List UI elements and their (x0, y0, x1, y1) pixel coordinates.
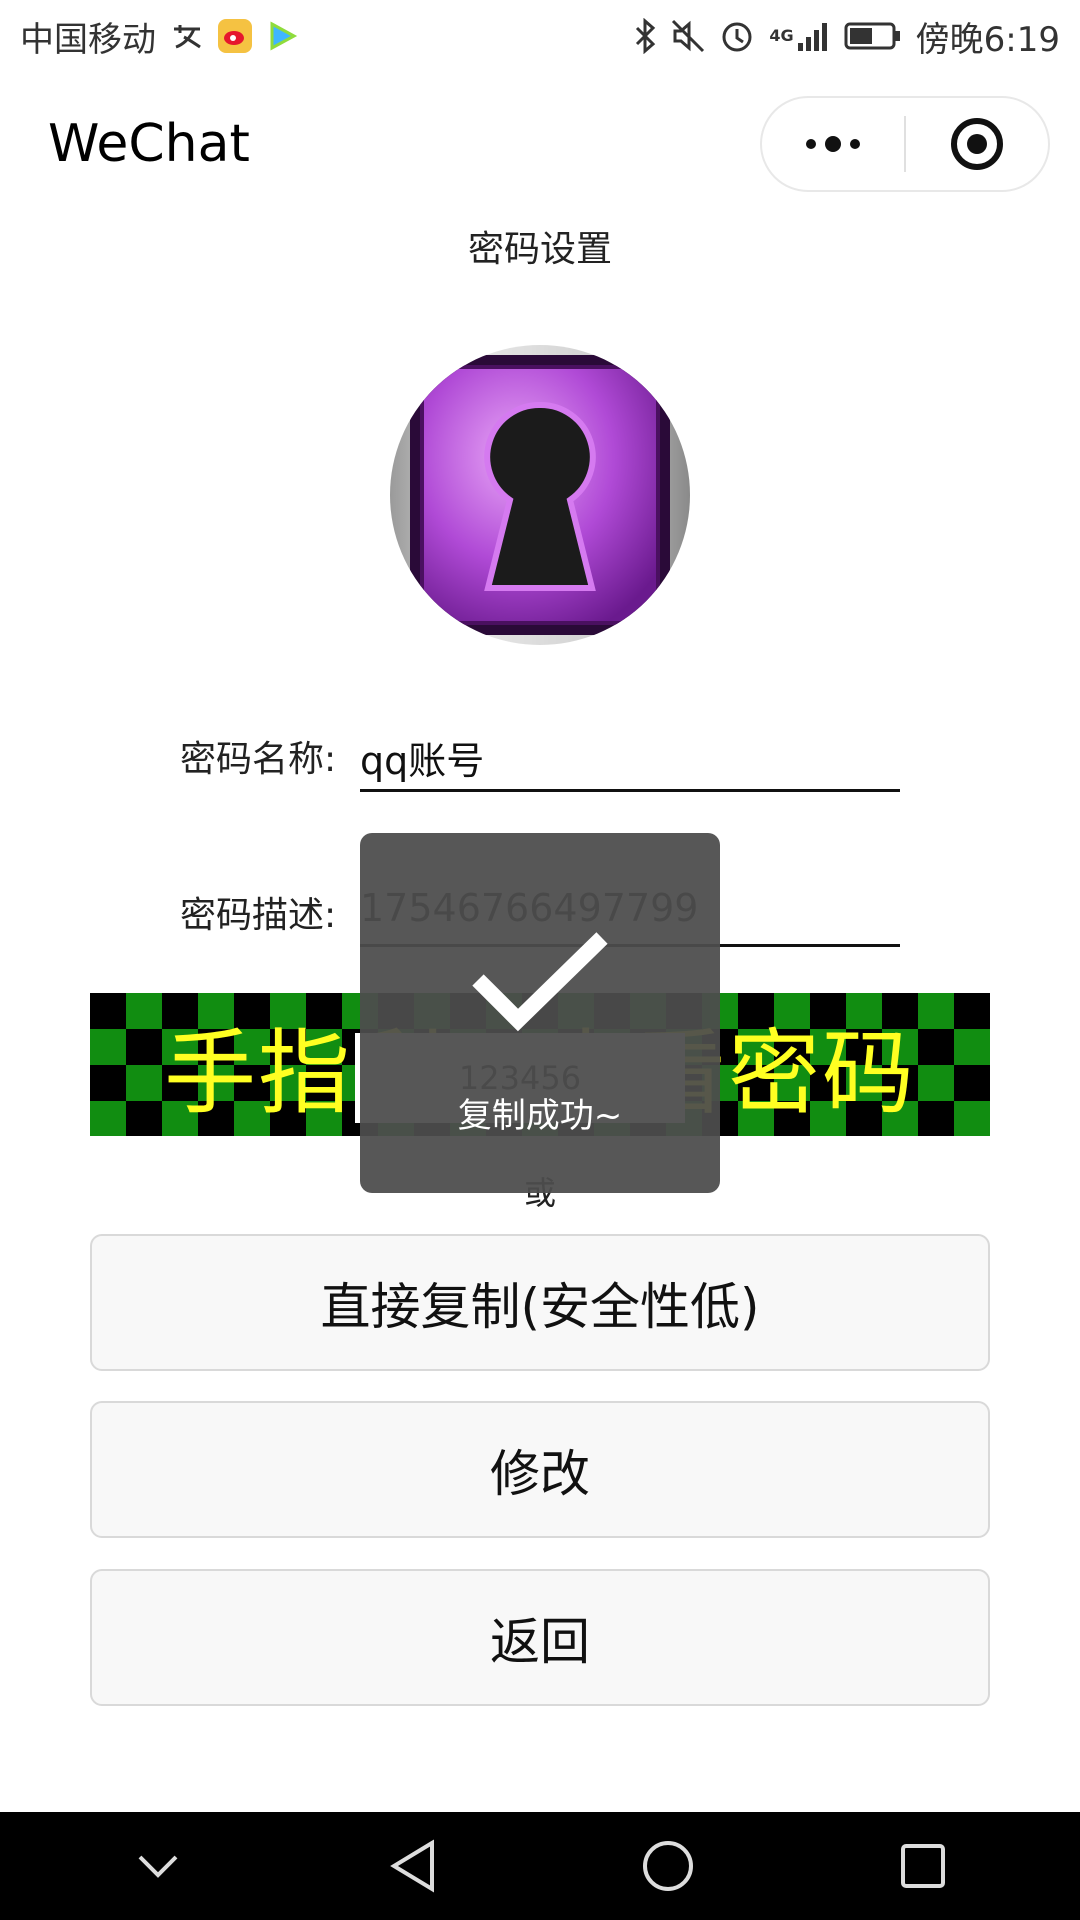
name-label: 密码名称: (180, 739, 337, 780)
mute-icon (671, 19, 705, 53)
status-right: 4G 傍晚6:19 (633, 12, 1060, 61)
circle-home-icon (642, 1841, 693, 1891)
back-nav-button[interactable] (363, 1816, 463, 1916)
back-button[interactable]: 返回 (90, 1569, 990, 1706)
system-nav-bar (0, 1812, 1080, 1920)
carrier-name: 中国移动 (20, 19, 156, 60)
chevron-down-icon (138, 1855, 177, 1878)
more-button[interactable] (762, 98, 904, 190)
battery-icon (844, 21, 902, 51)
status-left: 中国移动 (20, 12, 298, 61)
video-app-icon (266, 20, 298, 52)
desc-label: 密码描述: (180, 895, 337, 936)
lock-image (390, 345, 690, 645)
recents-nav-button[interactable] (873, 1816, 973, 1916)
clock-time: 傍晚6:19 (915, 19, 1060, 60)
hide-nav-button[interactable] (108, 1816, 208, 1916)
square-recents-icon (900, 1844, 945, 1888)
copy-button[interactable]: 直接复制(安全性低) (90, 1234, 990, 1371)
nav-title: WeChat (48, 114, 250, 174)
page-title: 密码设置 (467, 229, 612, 270)
screen: 中国移动 4G 傍晚6:19 WeChat 密码设置 密码名称: qq账号 密码… (0, 0, 1080, 1920)
checkmark-icon (472, 932, 608, 1032)
signal-icon: 4G (769, 21, 829, 51)
alipay-icon (170, 19, 204, 53)
status-bar: 中国移动 4G 傍晚6:19 (0, 0, 1080, 72)
network-type: 4G (769, 26, 794, 45)
toast: 复制成功~ (360, 833, 720, 1193)
close-miniprogram-button[interactable] (906, 98, 1048, 190)
edit-button[interactable]: 修改 (90, 1401, 990, 1538)
nav-bar: WeChat (0, 80, 1080, 210)
bluetooth-icon (633, 18, 657, 54)
name-underline (360, 789, 900, 792)
home-nav-button[interactable] (618, 1816, 718, 1916)
menu-capsule (760, 96, 1050, 192)
alarm-icon (719, 18, 755, 54)
name-value: qq账号 (360, 739, 485, 783)
toast-message: 复制成功~ (457, 1096, 623, 1136)
weibo-icon (218, 19, 252, 53)
more-dots-icon (806, 136, 860, 152)
target-icon (950, 118, 1003, 170)
triangle-back-icon (389, 1839, 434, 1893)
